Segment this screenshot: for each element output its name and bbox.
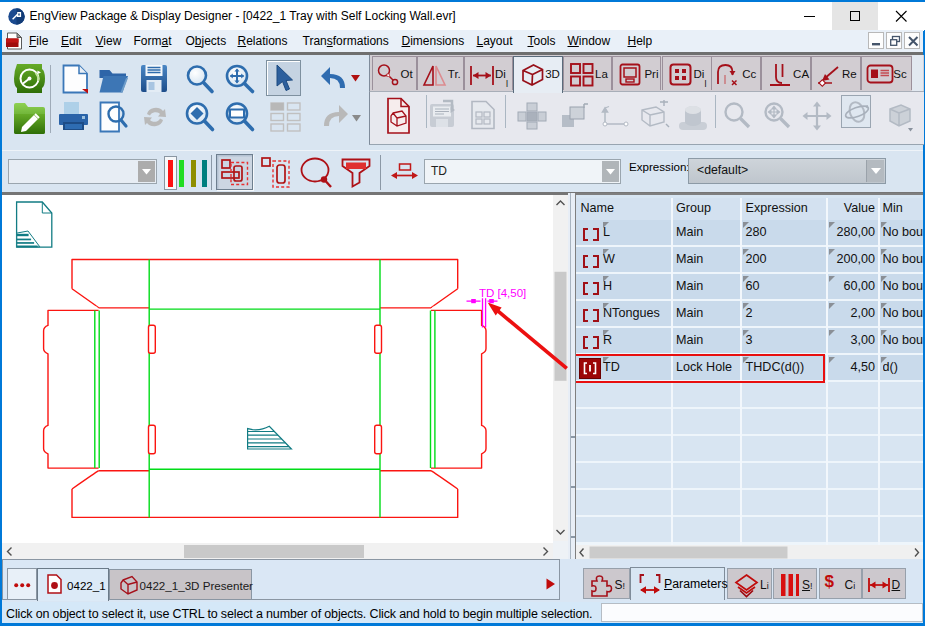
- svg-text:TD [4,50]: TD [4,50]: [479, 287, 526, 299]
